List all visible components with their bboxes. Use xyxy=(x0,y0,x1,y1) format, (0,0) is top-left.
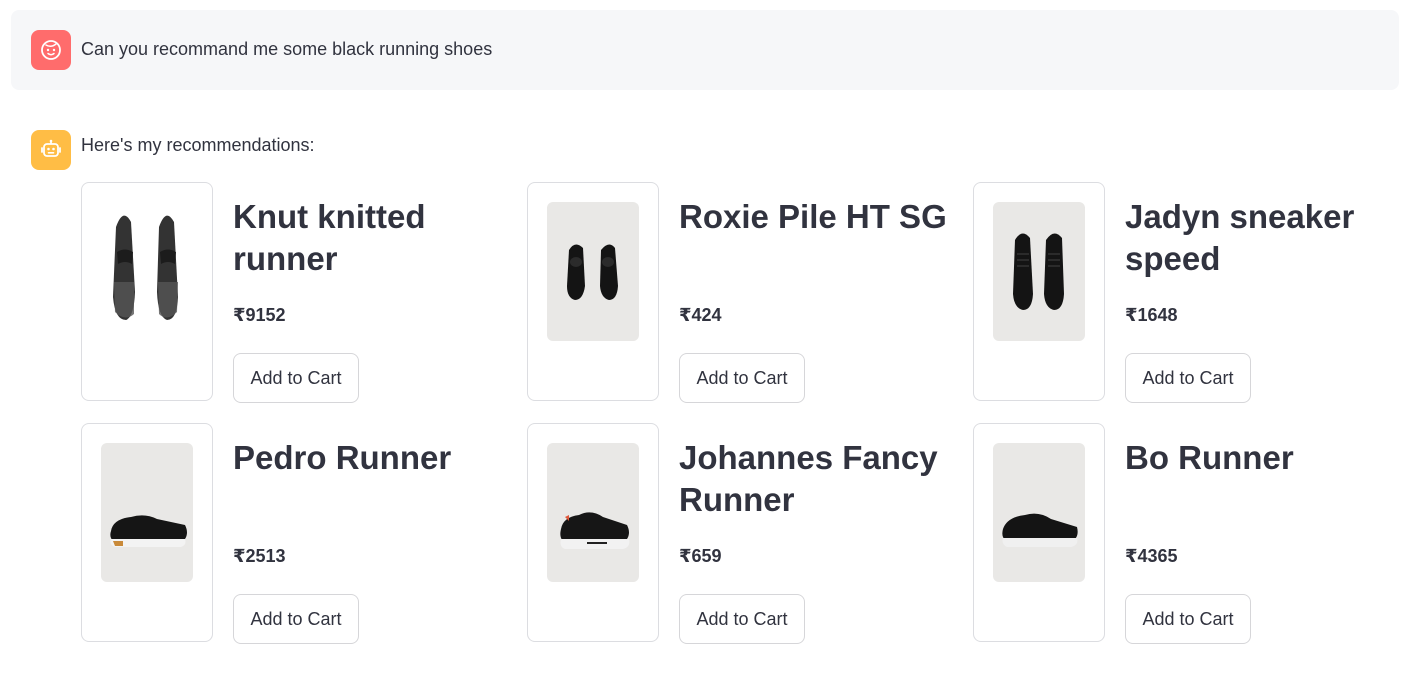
product-image xyxy=(101,202,193,341)
product-image xyxy=(101,443,193,582)
add-to-cart-button[interactable]: Add to Cart xyxy=(1125,594,1251,644)
product-price: ₹1648 xyxy=(1125,305,1178,325)
face-icon xyxy=(41,40,61,60)
product-name: Knut knitted runner xyxy=(233,198,426,277)
product-card: Roxie Pile HT SG ₹424 Add to Cart xyxy=(527,182,947,403)
user-message-text: Can you recommand me some black running … xyxy=(81,39,493,59)
product-card: Johannes Fancy Runner ₹659 Add to Cart xyxy=(527,423,947,644)
product-image-card xyxy=(81,423,213,642)
product-price: ₹659 xyxy=(679,546,722,566)
product-image-card xyxy=(527,423,659,642)
product-card: Jadyn sneaker speed ₹1648 Add to Cart xyxy=(973,182,1393,403)
product-image xyxy=(993,443,1085,582)
user-message: Can you recommand me some black running … xyxy=(11,10,1399,90)
add-to-cart-button[interactable]: Add to Cart xyxy=(233,594,359,644)
product-price: ₹9152 xyxy=(233,305,286,325)
product-image-card xyxy=(973,423,1105,642)
product-name: Johannes Fancy Runner xyxy=(679,439,938,518)
product-image xyxy=(993,202,1085,341)
product-image xyxy=(547,443,639,582)
add-to-cart-button[interactable]: Add to Cart xyxy=(233,353,359,403)
product-price: ₹424 xyxy=(679,305,722,325)
robot-icon xyxy=(41,139,61,157)
product-price: ₹2513 xyxy=(233,546,286,566)
product-card: Pedro Runner ₹2513 Add to Cart xyxy=(81,423,501,644)
product-name: Bo Runner xyxy=(1125,439,1294,476)
product-name: Jadyn sneaker speed xyxy=(1125,198,1355,277)
product-card: Bo Runner ₹4365 Add to Cart xyxy=(973,423,1393,644)
product-price: ₹4365 xyxy=(1125,546,1178,566)
product-name: Pedro Runner xyxy=(233,439,452,476)
user-avatar xyxy=(31,30,71,70)
product-image-card xyxy=(81,182,213,401)
add-to-cart-button[interactable]: Add to Cart xyxy=(679,594,805,644)
assistant-avatar xyxy=(31,130,71,170)
product-name: Roxie Pile HT SG xyxy=(679,198,947,235)
product-card: Knut knitted runner ₹9152 Add to Cart xyxy=(81,182,501,403)
add-to-cart-button[interactable]: Add to Cart xyxy=(1125,353,1251,403)
assistant-message-text: Here's my recommendations: xyxy=(81,135,315,155)
product-image xyxy=(547,202,639,341)
product-image-card xyxy=(973,182,1105,401)
add-to-cart-button[interactable]: Add to Cart xyxy=(679,353,805,403)
product-image-card xyxy=(527,182,659,401)
